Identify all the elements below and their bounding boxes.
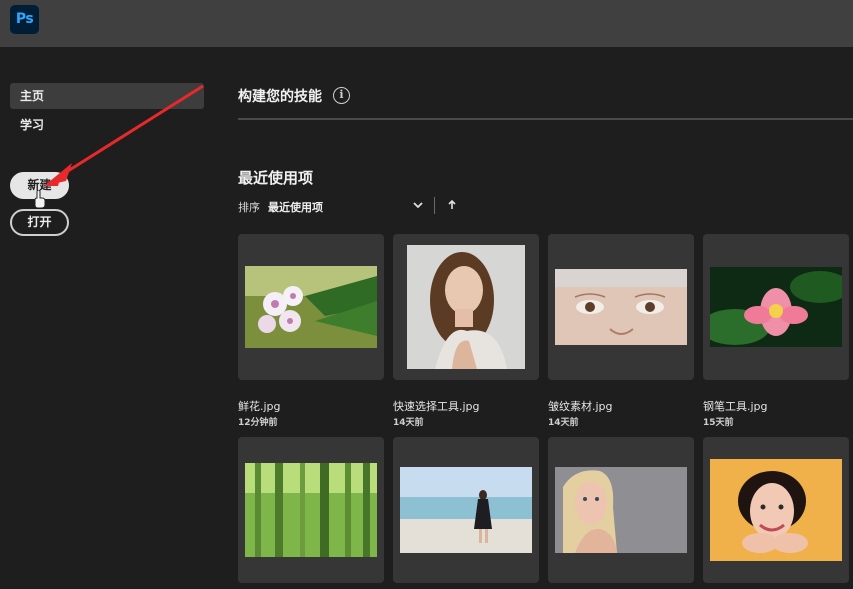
file-name[interactable]: 快速选择工具.jpg — [393, 398, 480, 414]
thumbnail-portrait-woman — [407, 245, 525, 369]
file-name[interactable]: 鲜花.jpg — [238, 398, 281, 414]
open-button[interactable]: 打开 — [10, 209, 69, 236]
file-time: 15天前 — [703, 418, 734, 428]
file-card-bamboo[interactable] — [238, 437, 384, 583]
thumbnail-smiling-woman — [710, 459, 842, 561]
file-card-pen-tool[interactable] — [703, 234, 849, 380]
file-card-wrinkle[interactable] — [548, 234, 694, 380]
file-name[interactable]: 皱纹素材.jpg — [548, 398, 613, 414]
file-name[interactable]: 钢笔工具.jpg — [703, 398, 768, 414]
thumbnail-flower — [245, 266, 377, 348]
sort-divider — [434, 197, 435, 214]
arrow-up-icon[interactable] — [447, 199, 457, 211]
hand-cursor-icon — [34, 190, 46, 208]
file-card-flower[interactable] — [238, 234, 384, 380]
file-card-smiling[interactable] — [703, 437, 849, 583]
sidebar-item-home[interactable]: 主页 — [10, 83, 204, 109]
thumbnail-blonde-woman — [555, 467, 687, 553]
sidebar-item-learn[interactable]: 学习 — [10, 112, 204, 138]
ps-logo-icon[interactable]: Ps — [10, 5, 39, 34]
thumbnail-beach — [400, 467, 532, 553]
chevron-down-icon[interactable] — [412, 199, 424, 211]
file-time: 12分钟前 — [238, 418, 278, 428]
file-card-blonde[interactable] — [548, 437, 694, 583]
file-card-quick-select[interactable] — [393, 234, 539, 380]
file-card-beach[interactable] — [393, 437, 539, 583]
file-time: 14天前 — [548, 418, 579, 428]
file-time: 14天前 — [393, 418, 424, 428]
sort-select[interactable]: 最近使用项 — [268, 199, 323, 215]
thumbnail-elderly-face — [555, 269, 687, 345]
top-bar: Ps — [0, 0, 853, 47]
thumbnail-bamboo-forest — [245, 463, 377, 557]
thumbnail-lotus — [710, 267, 842, 347]
info-icon[interactable]: i — [333, 87, 350, 104]
section-divider — [238, 118, 853, 120]
recent-title: 最近使用项 — [238, 169, 314, 187]
sort-label: 排序 — [238, 201, 260, 214]
skills-title: 构建您的技能 — [238, 89, 322, 105]
